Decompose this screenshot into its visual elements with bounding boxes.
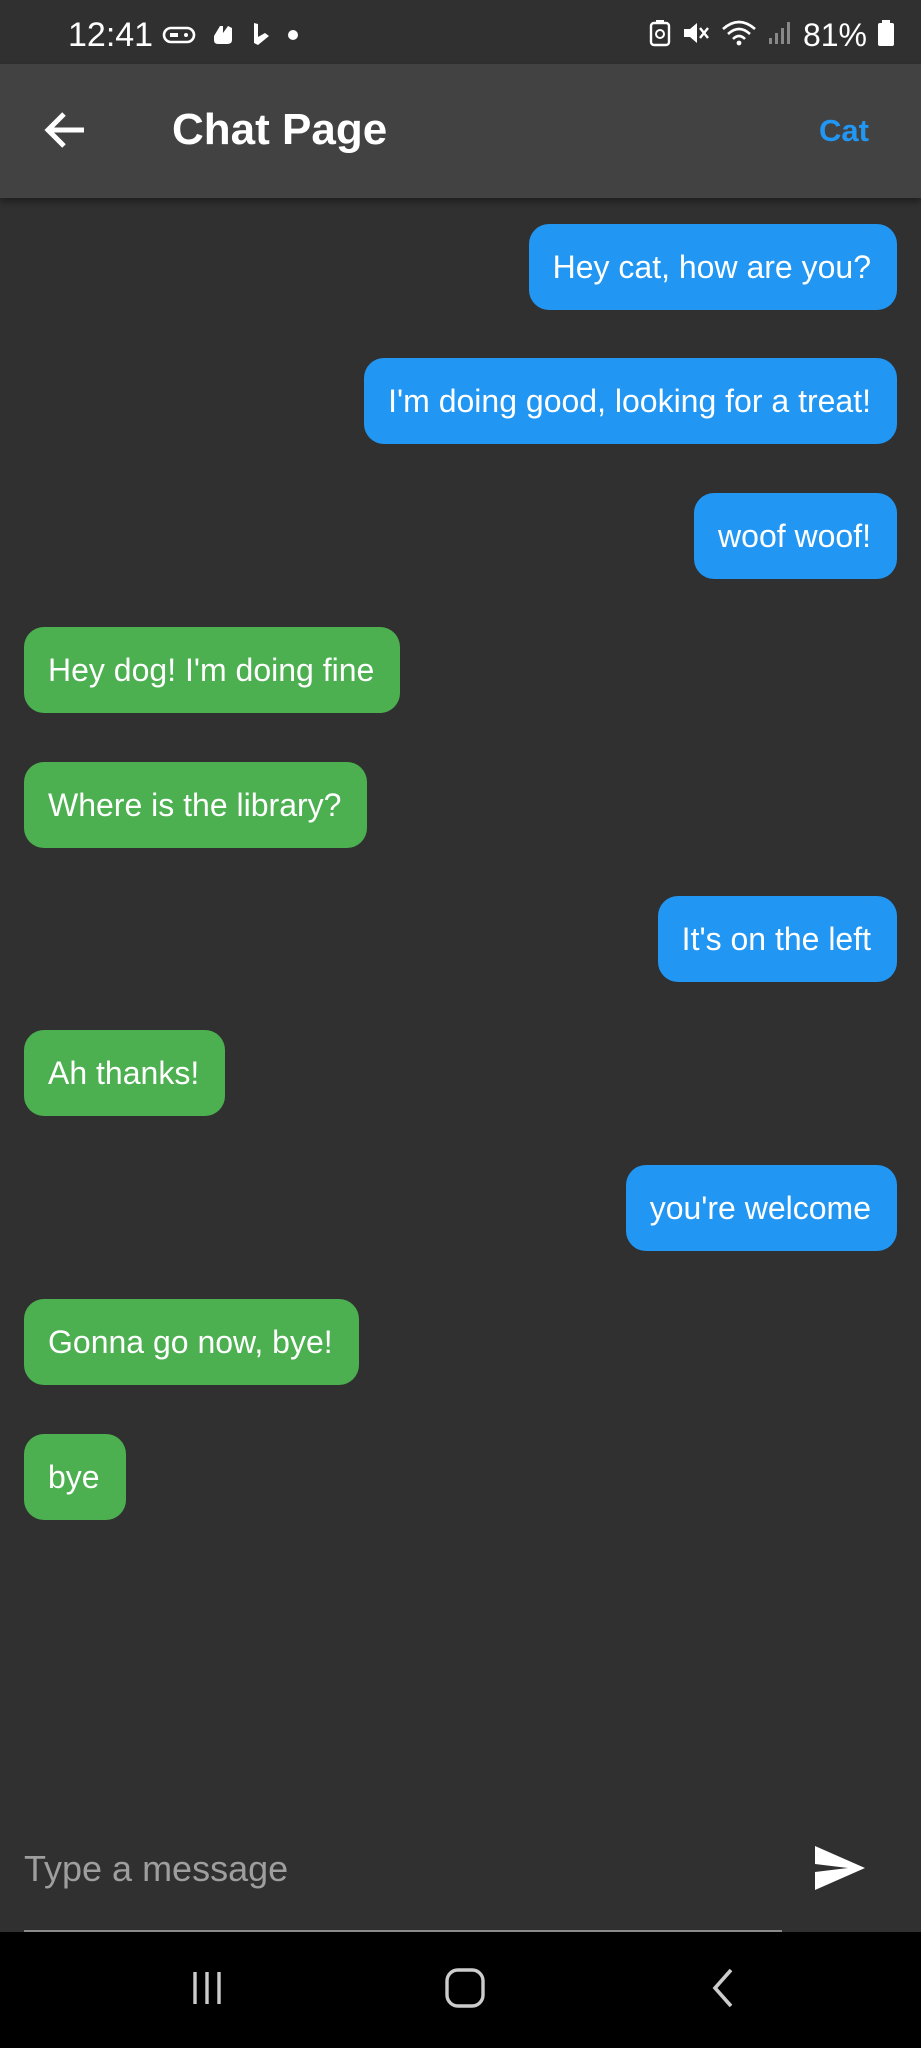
system-icons: 81% — [649, 18, 895, 52]
recent-apps-button[interactable] — [172, 1960, 242, 2020]
battery-saver-icon — [649, 19, 671, 52]
received-message-row: Ah thanks! — [0, 1030, 921, 1116]
recent-apps-icon — [187, 1968, 227, 2013]
cat-action-button[interactable]: Cat — [819, 113, 869, 148]
notification-icons — [162, 22, 300, 52]
received-message-row: Where is the library? — [0, 762, 921, 848]
send-icon — [812, 1843, 868, 1898]
received-message-bubble[interactable]: Hey dog! I'm doing fine — [24, 627, 401, 713]
sent-message-bubble[interactable]: I'm doing good, looking for a treat! — [364, 358, 897, 444]
received-message-bubble[interactable]: Where is the library? — [24, 762, 368, 848]
received-message-bubble[interactable]: Ah thanks! — [24, 1030, 226, 1116]
sent-message-bubble[interactable]: Hey cat, how are you? — [528, 224, 897, 310]
sent-message-bubble[interactable]: you're welcome — [625, 1165, 897, 1251]
page-title: Chat Page — [172, 105, 388, 154]
sent-message-bubble[interactable]: It's on the left — [657, 896, 897, 982]
message-input[interactable] — [24, 1838, 784, 1900]
sent-message-row: you're welcome — [0, 1165, 921, 1251]
sent-message-bubble[interactable]: woof woof! — [694, 493, 897, 579]
arrow-back-icon — [44, 110, 88, 155]
doordash-icon — [210, 22, 236, 53]
message-list: Hey cat, how are you? I'm doing good, loo… — [0, 198, 921, 1798]
battery-percent: 81% — [802, 17, 867, 53]
status-bar: 12:41 81% — [0, 0, 921, 64]
sent-message-row: I'm doing good, looking for a treat! — [0, 358, 921, 444]
signal-icon — [767, 20, 793, 51]
game-controller-icon — [162, 23, 196, 52]
battery-icon — [877, 19, 895, 52]
back-button[interactable] — [38, 104, 94, 160]
send-button[interactable] — [808, 1840, 872, 1900]
nav-back-button[interactable] — [688, 1960, 758, 2020]
sent-message-row: woof woof! — [0, 493, 921, 579]
mute-icon — [681, 19, 711, 52]
sent-message-row: Hey cat, how are you? — [0, 224, 921, 310]
received-message-bubble[interactable]: Gonna go now, bye! — [24, 1299, 359, 1385]
dot-icon — [286, 28, 300, 47]
home-icon — [443, 1966, 487, 2015]
bing-icon — [250, 21, 272, 54]
sent-message-row: It's on the left — [0, 896, 921, 982]
received-message-row: Hey dog! I'm doing fine — [0, 627, 921, 713]
app-bar: Chat Page Cat — [0, 64, 921, 198]
wifi-icon — [721, 19, 757, 52]
received-message-bubble[interactable]: bye — [24, 1434, 126, 1520]
home-button[interactable] — [430, 1960, 500, 2020]
received-message-row: bye — [0, 1434, 921, 1520]
message-composer — [0, 1818, 921, 1932]
system-nav-bar — [0, 1932, 921, 2048]
received-message-row: Gonna go now, bye! — [0, 1299, 921, 1385]
back-chevron-icon — [705, 1966, 741, 2015]
status-time: 12:41 — [68, 16, 154, 54]
